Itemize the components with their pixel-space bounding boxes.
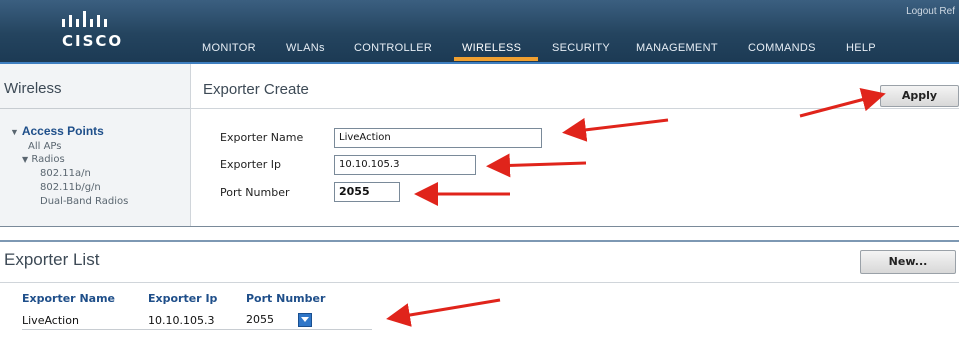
expand-triangle-icon: ▼ xyxy=(22,155,29,164)
column-header-ip: Exporter Ip xyxy=(148,292,218,305)
sidebar-item-80211bgn[interactable]: 802.11b/g/n xyxy=(40,182,101,193)
port-number-label: Port Number xyxy=(220,186,290,199)
exporter-table: Exporter Name Exporter Ip Port Number Li… xyxy=(22,292,372,330)
nav-help[interactable]: HELP xyxy=(846,42,876,54)
list-title: Exporter List xyxy=(4,250,100,269)
cisco-logo: CISCO xyxy=(52,10,142,52)
nav-security[interactable]: SECURITY xyxy=(552,42,610,54)
table-header-row: Exporter Name Exporter Ip Port Number xyxy=(22,292,372,309)
row-actions-dropdown-icon[interactable] xyxy=(297,313,312,327)
page-title: Exporter Create xyxy=(203,81,309,98)
column-header-port: Port Number xyxy=(246,292,326,305)
nav-wlans[interactable]: WLANs xyxy=(286,42,325,54)
cisco-wordmark: CISCO xyxy=(62,32,124,50)
logout-refresh-links[interactable]: Logout Ref xyxy=(906,6,955,17)
nav-wireless[interactable]: WIRELESS xyxy=(462,42,521,54)
sidebar-item-radios[interactable]: ▼ Radios xyxy=(22,154,65,165)
new-button[interactable]: New... xyxy=(860,250,956,274)
cisco-bars-icon xyxy=(62,11,107,27)
top-navbar: CISCO MONITOR WLANs CONTROLLER WIRELESS … xyxy=(0,0,959,64)
nav-monitor[interactable]: MONITOR xyxy=(202,42,256,54)
sidebar-item-dual-band[interactable]: Dual-Band Radios xyxy=(40,196,128,207)
active-tab-indicator xyxy=(454,57,538,61)
apply-button[interactable]: Apply xyxy=(880,85,959,107)
port-number-field[interactable]: 2055 xyxy=(334,182,400,202)
sidebar-divider xyxy=(0,108,190,109)
exporter-name-field[interactable]: LiveAction xyxy=(334,128,542,148)
exporter-ip-label: Exporter Ip xyxy=(220,158,282,171)
sidebar-item-all-aps[interactable]: All APs xyxy=(28,141,61,152)
nav-management[interactable]: MANAGEMENT xyxy=(636,42,718,54)
sidebar-item-80211an[interactable]: 802.11a/n xyxy=(40,168,91,179)
sidebar: Wireless ▼ Access Points All APs ▼ Radio… xyxy=(0,64,191,226)
panel-divider xyxy=(0,226,959,239)
nav-commands[interactable]: COMMANDS xyxy=(748,42,816,54)
content-divider xyxy=(191,108,959,109)
table-row[interactable]: LiveAction 10.10.105.3 2055 xyxy=(22,309,372,330)
cell-exporter-name: LiveAction xyxy=(22,309,148,330)
sidebar-title: Wireless xyxy=(4,80,62,97)
sidebar-section-access-points[interactable]: ▼ Access Points xyxy=(10,124,104,138)
sidebar-item-label: Radios xyxy=(31,154,65,165)
cell-port-value: 2055 xyxy=(246,313,274,326)
cell-port-number: 2055 xyxy=(246,309,372,330)
cell-exporter-ip: 10.10.105.3 xyxy=(148,309,246,330)
sidebar-section-label: Access Points xyxy=(21,124,104,138)
exporter-list-panel: Exporter List New... Exporter Name Expor… xyxy=(0,240,959,349)
exporter-ip-field[interactable]: 10.10.105.3 xyxy=(334,155,476,175)
exporter-name-label: Exporter Name xyxy=(220,131,304,144)
exporter-create-panel: CISCO MONITOR WLANs CONTROLLER WIRELESS … xyxy=(0,0,959,226)
expand-triangle-icon: ▼ xyxy=(10,127,19,137)
column-header-name: Exporter Name xyxy=(22,292,115,305)
list-divider xyxy=(0,282,959,283)
nav-controller[interactable]: CONTROLLER xyxy=(354,42,432,54)
